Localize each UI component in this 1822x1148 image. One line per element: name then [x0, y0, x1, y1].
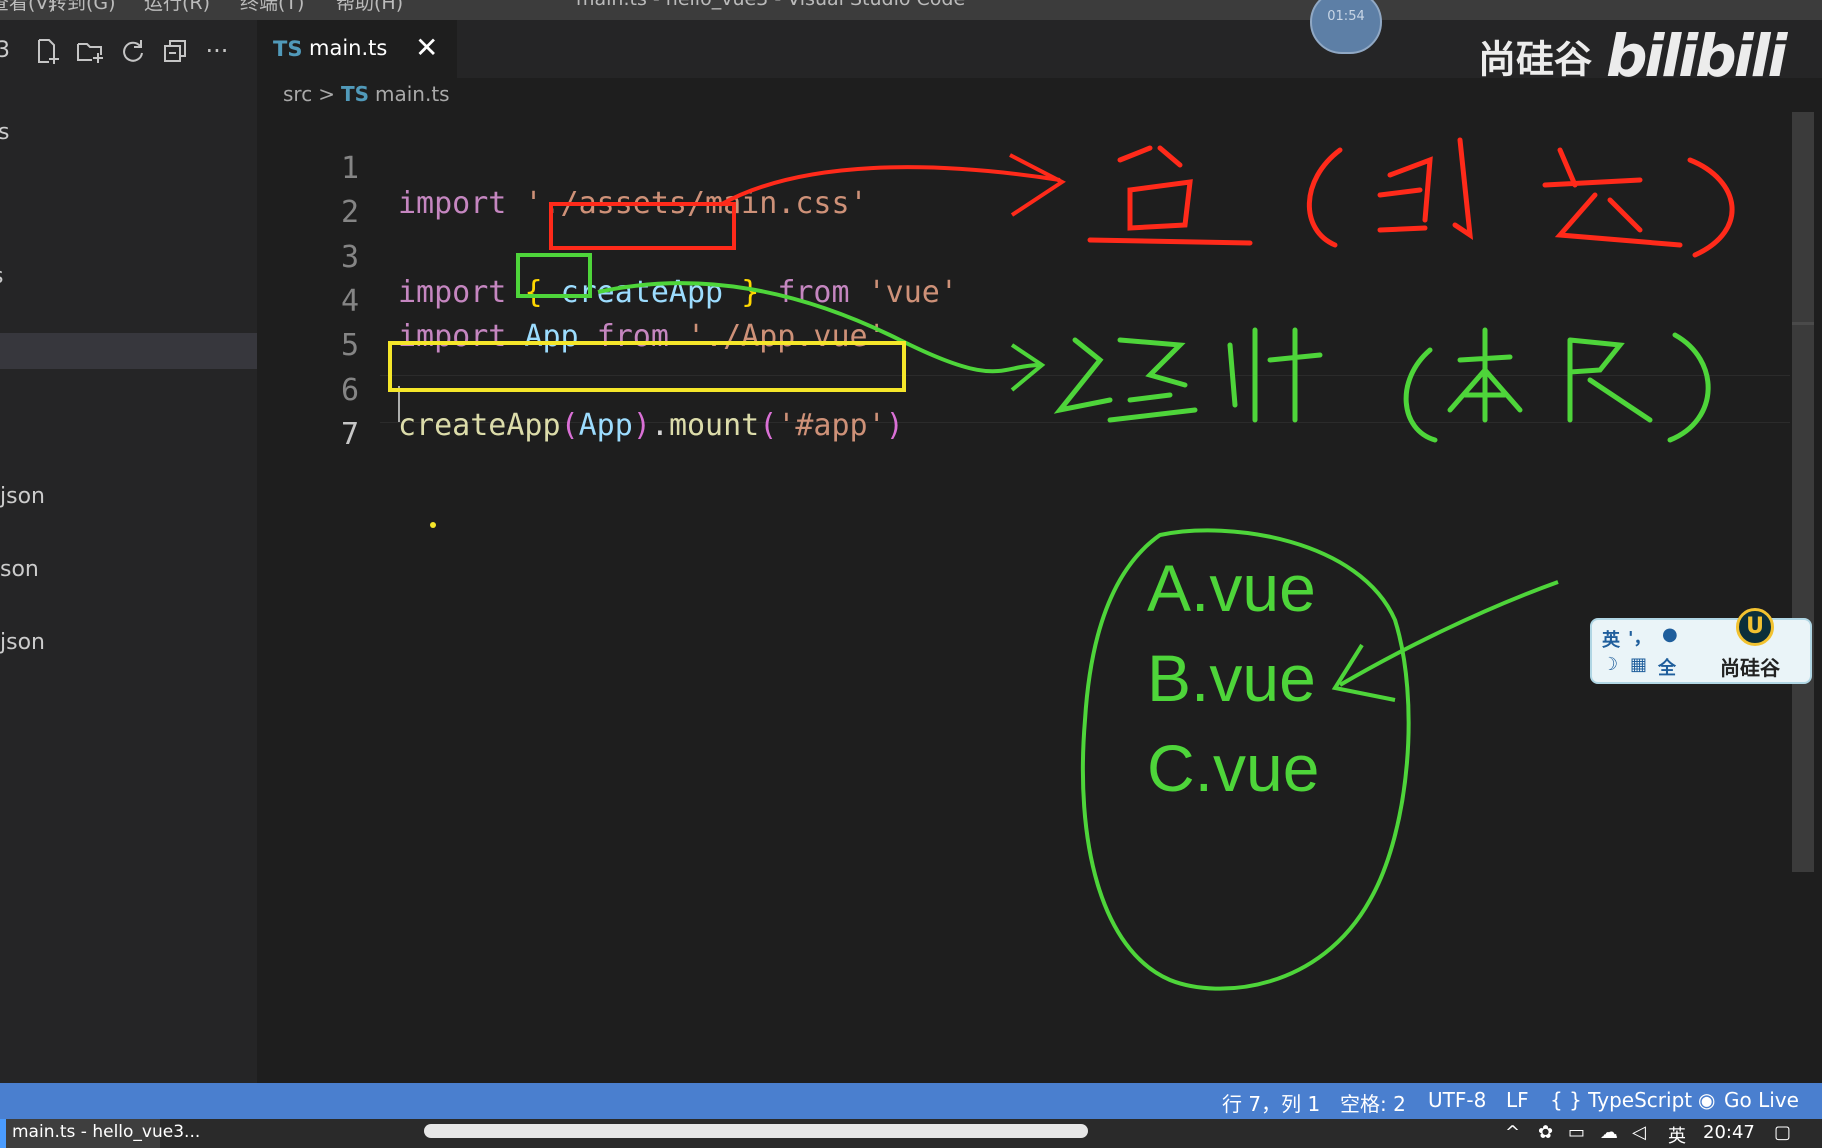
language-mode[interactable]: { } TypeScript	[1550, 1088, 1692, 1112]
ime-mode: 全	[1658, 658, 1676, 679]
chevron-up-icon[interactable]: ^	[1505, 1122, 1520, 1143]
code-line: 2	[257, 160, 1797, 230]
indent-spaces[interactable]: 空格: 2	[1340, 1088, 1406, 1117]
notification-icon[interactable]: ▢	[1774, 1122, 1791, 1143]
explorer-actions: 3 ···	[0, 30, 257, 72]
ime-indicator[interactable]: 英	[1668, 1122, 1686, 1148]
file-encoding[interactable]: UTF-8	[1428, 1088, 1486, 1112]
yellow-dot	[430, 522, 436, 528]
line-ending[interactable]: LF	[1506, 1088, 1529, 1112]
timer-text: 01:54	[1327, 9, 1365, 24]
vertical-scrollbar[interactable]	[1792, 112, 1814, 872]
scrollbar-marker	[1792, 322, 1814, 325]
go-live-button[interactable]: Go Live	[1724, 1088, 1799, 1112]
keyboard-icon: ▦	[1630, 654, 1648, 675]
taskbar-vscode-item[interactable]: main.ts - hello_vue3...	[0, 1119, 200, 1148]
code-line: 3 import { createApp } from 'vue'	[257, 205, 1797, 310]
green-pointer-arrow-head	[1331, 643, 1396, 702]
typescript-icon: TS	[273, 37, 303, 61]
breadcrumb-folder[interactable]: src	[283, 82, 312, 106]
code-line: 1 import './assets/main.css'	[257, 116, 1797, 221]
annotation-file: B.vue	[1147, 641, 1316, 715]
flower-icon[interactable]: ✿	[1538, 1122, 1553, 1143]
moon-icon: ☽	[1602, 654, 1619, 675]
user-icon: ●	[1662, 624, 1678, 645]
code-line: 6 createApp(App).mount('#app')	[257, 338, 1797, 443]
text-cursor	[398, 386, 400, 422]
annotation-file: C.vue	[1147, 731, 1320, 805]
tab-label: main.ts	[309, 36, 388, 60]
explorer-sidebar: 3 ··· s s json son json	[0, 20, 257, 1083]
ime-widget[interactable]: 英 '， ● ☽ ▦ 全 U 尚硅谷	[1590, 608, 1812, 684]
brand-watermark: 尚硅谷	[1478, 37, 1593, 82]
os-taskbar: main.ts - hello_vue3... ^ ✿ ▭ ☁ ◁ 英 20:4…	[0, 1119, 1822, 1148]
collapse-all-icon[interactable]	[162, 38, 188, 64]
bilibili-logo: bilibili	[1606, 22, 1787, 90]
menu-terminal[interactable]: 终端(T)	[240, 0, 304, 15]
network-icon[interactable]: ▭	[1568, 1122, 1585, 1143]
breadcrumb-file[interactable]: main.ts	[375, 82, 450, 106]
clock[interactable]: 20:47	[1703, 1122, 1755, 1143]
ime-brand: 尚硅谷	[1720, 656, 1780, 680]
broadcast-icon: ◉	[1698, 1088, 1716, 1112]
atguigu-logo-icon: U	[1736, 608, 1774, 646]
new-folder-icon[interactable]	[76, 38, 103, 64]
volume-icon[interactable]: ◁	[1632, 1122, 1646, 1143]
sidebar-selected-item[interactable]	[0, 333, 257, 369]
new-file-icon[interactable]	[34, 38, 60, 64]
menu-run[interactable]: 运行(R)	[144, 0, 210, 15]
window-title: main.ts - hello_vue3 - Visual Studio Cod…	[576, 0, 965, 10]
close-icon[interactable]: ✕	[415, 31, 438, 64]
sidebar-fragment[interactable]: s	[0, 120, 9, 145]
ime-lang: 英	[1602, 630, 1620, 651]
breadcrumb: src > TS main.ts	[283, 82, 456, 112]
sidebar-fragment: 3	[0, 38, 10, 63]
menu-help[interactable]: 帮助(H)	[336, 0, 403, 15]
tab-main-ts[interactable]: TS main.ts ✕	[257, 20, 457, 78]
line-number: 7	[340, 417, 359, 452]
chevron-right-icon: >	[318, 82, 335, 106]
refresh-icon[interactable]	[120, 38, 146, 64]
typescript-icon: TS	[340, 82, 370, 106]
status-bar: 行 7，列 1 空格: 2 UTF-8 LF { } TypeScript ◉ …	[0, 1083, 1822, 1119]
video-watermark: 尚硅谷 bilibili	[1478, 22, 1787, 90]
sidebar-fragment[interactable]: son	[0, 557, 39, 582]
code-line: 4 import App from './App.vue'	[257, 249, 1797, 354]
cursor-position[interactable]: 行 7，列 1	[1222, 1088, 1320, 1117]
punctuation-icon: '，	[1628, 628, 1652, 649]
sidebar-fragment[interactable]: json	[0, 484, 45, 509]
taskbar-item-label: main.ts - hello_vue3...	[12, 1122, 201, 1142]
menu-goto[interactable]: 转到(G)	[48, 0, 116, 15]
green-pointer-arrow	[1338, 580, 1559, 687]
sidebar-fragment[interactable]: json	[0, 630, 45, 655]
sidebar-fragment[interactable]: s	[0, 264, 3, 289]
horizontal-scrollbar[interactable]	[424, 1124, 1088, 1138]
code-line: 5	[257, 293, 1797, 363]
recording-timer: 01:54	[1310, 0, 1382, 54]
menu-bar: 查看(V) 转到(G) 运行(R) 终端(T) 帮助(H) main.ts - …	[0, 0, 1822, 20]
more-actions-icon[interactable]: ···	[204, 38, 230, 64]
cloud-icon[interactable]: ☁	[1600, 1122, 1618, 1143]
annotation-file: A.vue	[1147, 551, 1316, 625]
code-line: 7	[257, 382, 1797, 452]
